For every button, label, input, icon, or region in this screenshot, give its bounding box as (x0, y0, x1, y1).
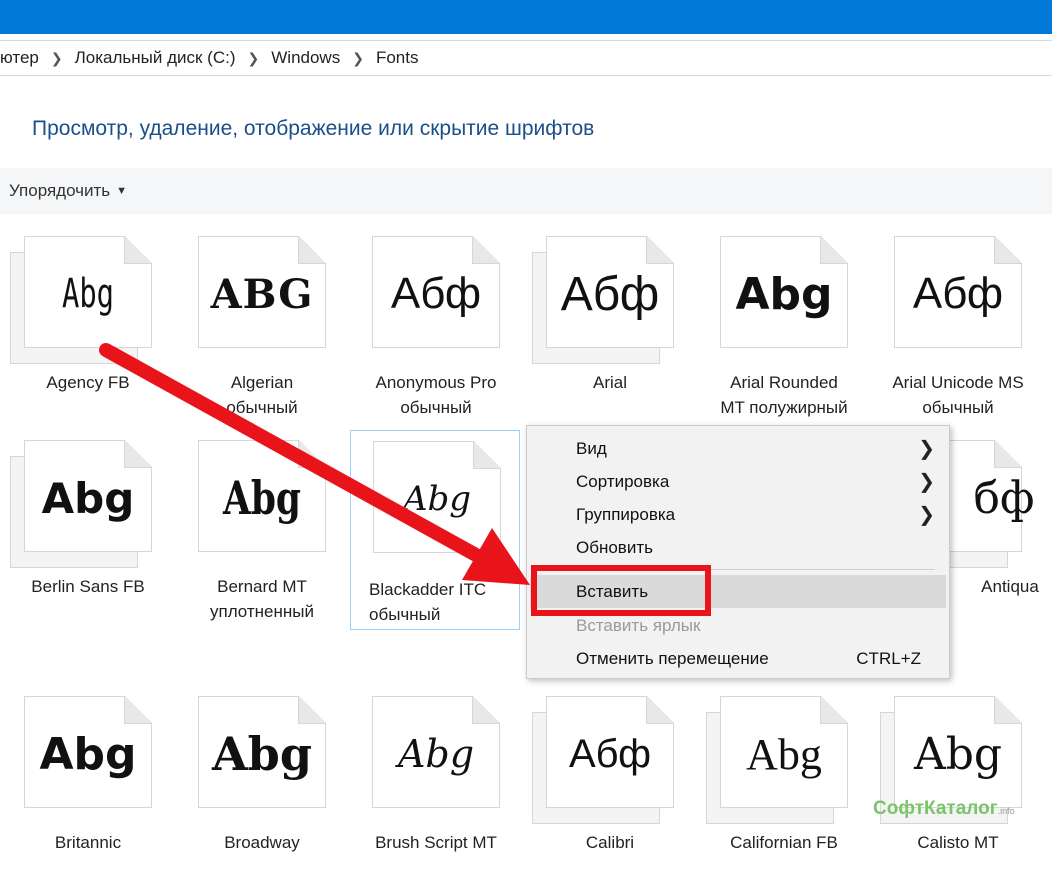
chevron-right-icon: ❯ (918, 438, 935, 460)
font-file-icon: Abg (184, 440, 326, 558)
font-name: Arial (592, 373, 627, 392)
font-file-icon: Abg (358, 696, 500, 814)
font-sample: Абф (568, 731, 652, 776)
chevron-right-icon: ❯ (918, 471, 935, 493)
font-item[interactable]: Абф Arial (522, 230, 692, 430)
font-sample: Abg (222, 471, 302, 525)
undo-shortcut: CTRL+Z (856, 648, 921, 668)
breadcrumb-item-fonts[interactable]: Fonts (376, 48, 419, 68)
font-name: Californian FB (730, 833, 838, 852)
font-file-icon: ABG (184, 236, 326, 354)
font-name: Calibri (585, 833, 635, 852)
font-name: Agency FB (46, 373, 130, 392)
font-sample: ABG (210, 270, 314, 318)
window-titlebar (0, 0, 1052, 34)
font-file-icon: Abg (706, 696, 848, 824)
font-name: Brush Script MT (375, 833, 497, 852)
font-item[interactable]: ABG Algerian обычный (174, 230, 344, 430)
menu-item-view[interactable]: Вид ❯ (527, 432, 949, 465)
font-name: Broadway (224, 833, 300, 852)
font-name: Arial Rounded MT полужирный (720, 373, 848, 417)
font-name: Algerian обычный (226, 373, 298, 417)
caret-down-icon: ▼ (116, 185, 128, 197)
font-name: Bernard MT уплотненный (209, 577, 315, 621)
font-name: Calisto MT (917, 833, 999, 852)
font-file-icon: Abg (184, 696, 326, 814)
font-name: Britannic (54, 833, 122, 852)
font-name: Berlin Sans FB (31, 577, 145, 596)
font-item[interactable]: Abg Arial Rounded MT полужирный (696, 230, 866, 430)
font-sample: Abg (397, 732, 475, 776)
font-sample: Абф (912, 269, 1004, 318)
font-item[interactable]: Abg Bernard MT уплотненный (174, 434, 344, 634)
menu-item-group[interactable]: Группировка ❯ (527, 498, 949, 531)
font-file-icon: Абф (358, 236, 500, 354)
organize-label: Упорядочить (9, 181, 111, 200)
font-name: Blackadder ITC обычный (369, 580, 487, 624)
breadcrumb-item-computer[interactable]: ютер (0, 48, 39, 68)
font-item[interactable]: Абф Anonymous Pro обычный (348, 230, 518, 430)
font-item[interactable]: Abg Brush Script MT (348, 690, 518, 890)
font-item[interactable]: Abg Calisto MT (870, 690, 1040, 890)
command-bar: Упорядочить ▼ (0, 168, 1052, 214)
font-item[interactable]: Abg Californian FB (696, 690, 866, 890)
font-sample: Abg (211, 727, 313, 781)
font-sample: Abg (746, 729, 822, 779)
chevron-right-icon: ❯ (50, 49, 63, 66)
font-file-icon: Abg (10, 236, 152, 364)
font-file-icon: Абф (532, 696, 674, 824)
font-sample: Абф (560, 267, 660, 321)
chevron-right-icon: ❯ (352, 49, 364, 66)
menu-item-undo-move[interactable]: Отменить перемещение CTRL+Z (527, 642, 949, 675)
highlight-box (531, 565, 711, 616)
font-file-icon: Abg (10, 440, 152, 568)
font-item[interactable]: Abg Britannic (0, 690, 170, 890)
font-item[interactable]: Abg Berlin Sans FB (0, 434, 170, 634)
font-item[interactable]: Abg Broadway (174, 690, 344, 890)
font-item[interactable]: Abg Agency FB (0, 230, 170, 430)
font-sample: Abg (913, 728, 1003, 780)
font-file-icon: Абф (532, 236, 674, 364)
font-file-icon: Abg (359, 441, 501, 559)
page-title: Просмотр, удаление, отображение или скры… (32, 117, 595, 140)
chevron-right-icon: ❯ (918, 504, 935, 526)
chevron-right-icon: ❯ (247, 49, 260, 66)
font-sample: Abg (735, 268, 833, 320)
breadcrumb-item-windows[interactable]: Windows (271, 48, 340, 68)
font-sample: Абф (390, 269, 482, 318)
font-item-selected[interactable]: Abg Blackadder ITC обычный (350, 430, 520, 630)
font-file-icon: Abg (880, 696, 1022, 824)
breadcrumb-item-local-disk[interactable]: Локальный диск (C:) (75, 48, 236, 68)
font-item[interactable]: Абф Calibri (522, 690, 692, 890)
font-sample: Abg (61, 271, 115, 317)
menu-item-sort[interactable]: Сортировка ❯ (527, 465, 949, 498)
font-sample: бф (973, 472, 1035, 524)
context-menu: Вид ❯ Сортировка ❯ Группировка ❯ Обновит… (526, 425, 950, 679)
font-file-icon: Abg (10, 696, 152, 814)
font-sample: Abg (39, 728, 137, 780)
font-file-icon: Абф (880, 236, 1022, 354)
organize-button[interactable]: Упорядочить ▼ (9, 181, 127, 201)
menu-item-refresh[interactable]: Обновить (527, 531, 949, 564)
font-file-icon: Abg (706, 236, 848, 354)
font-sample: Abg (41, 473, 135, 523)
font-name: Arial Unicode MS обычный (892, 373, 1024, 417)
font-sample: Abg (402, 479, 472, 519)
watermark-logo: СофтКаталог.info (873, 798, 1015, 819)
font-item[interactable]: Абф Arial Unicode MS обычный (870, 230, 1040, 430)
font-name: Anonymous Pro обычный (375, 373, 497, 417)
breadcrumb[interactable]: ютер ❯ Локальный диск (C:) ❯ Windows ❯ F… (0, 40, 1052, 76)
